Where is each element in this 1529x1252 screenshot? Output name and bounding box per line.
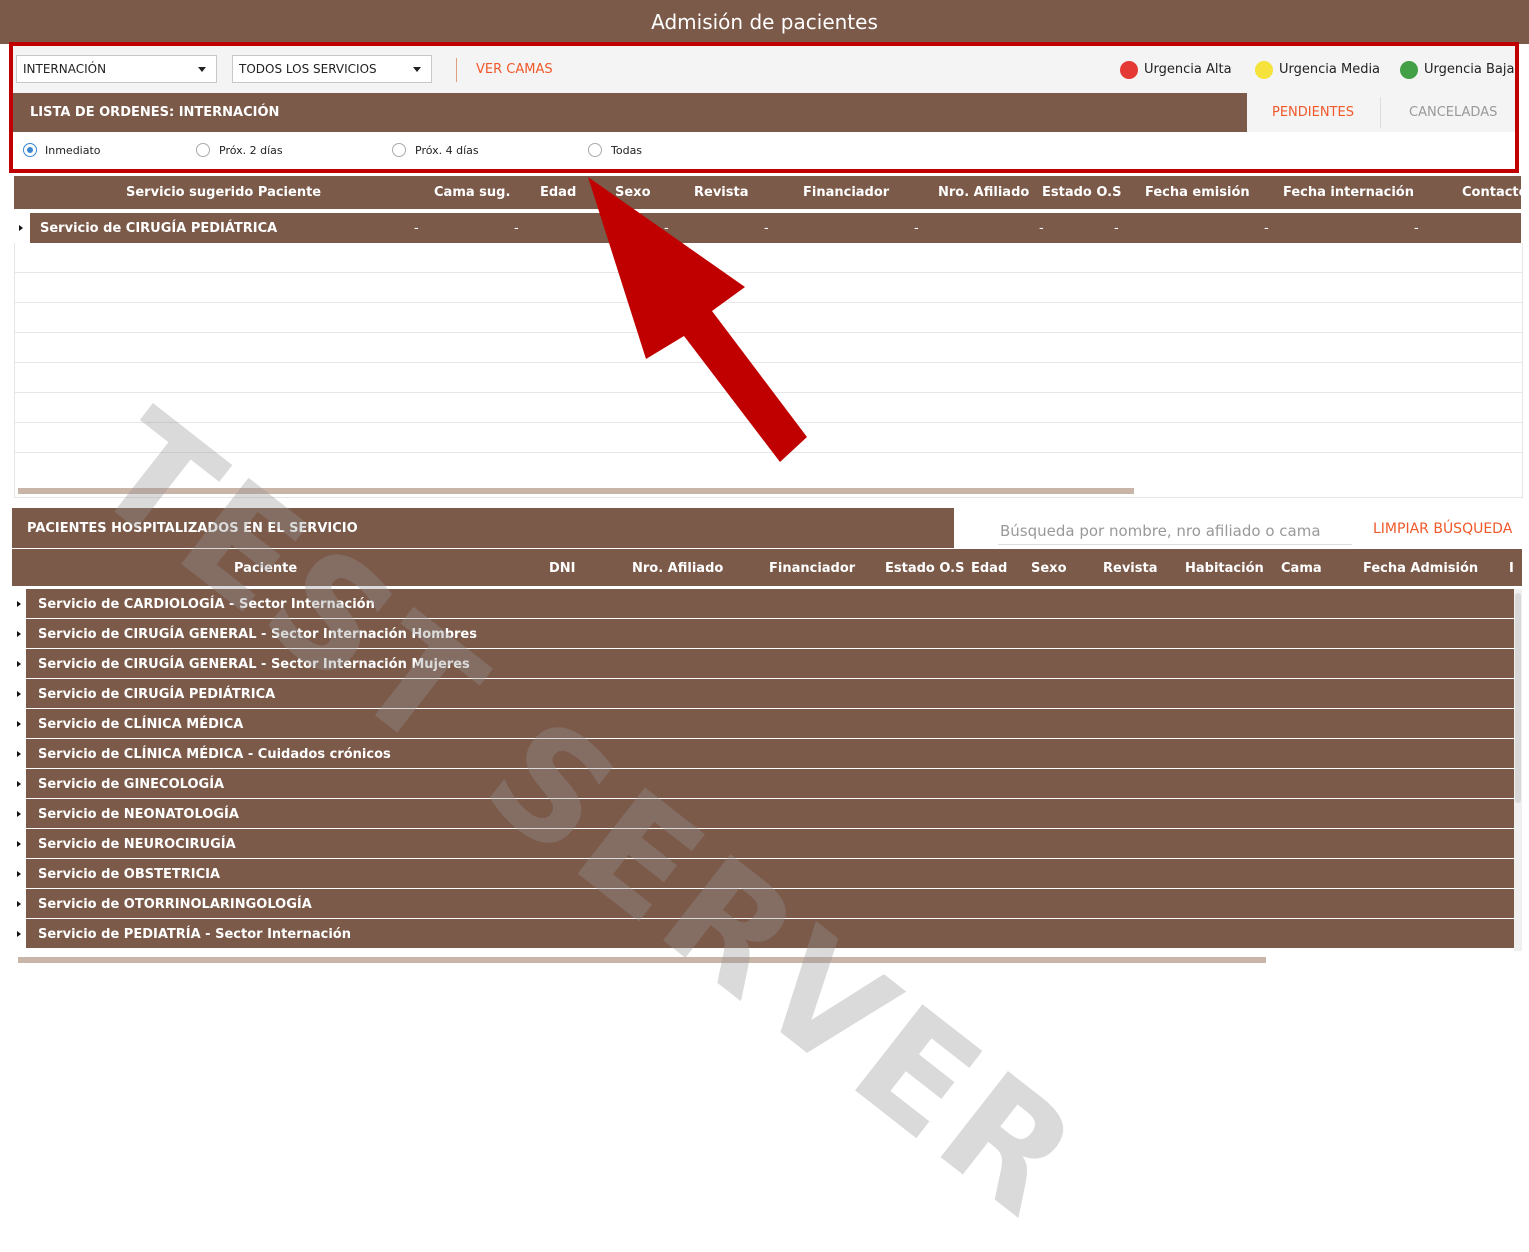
col-nro-afiliado[interactable]: Nro. Afiliado — [632, 561, 723, 576]
clear-search-button[interactable]: LIMPIAR BÚSQUEDA — [1373, 521, 1512, 537]
col-revista[interactable]: Revista — [1103, 561, 1157, 576]
group-label: Servicio de NEUROCIRUGÍA — [38, 837, 236, 852]
group-label: Servicio de GINECOLOGÍA — [38, 777, 225, 792]
col-nro-afiliado[interactable]: Nro. Afiliado — [938, 185, 1029, 200]
group-label: Servicio de CIRUGÍA PEDIÁTRICA — [40, 221, 278, 236]
caret-right-icon — [17, 691, 21, 697]
caret-right-icon — [17, 661, 21, 667]
expand-toggle[interactable] — [14, 213, 28, 243]
col-cama[interactable]: Cama — [1281, 561, 1322, 576]
cell-value: - — [914, 221, 919, 236]
hospitalized-horizontal-scrollbar[interactable] — [18, 957, 1266, 963]
hospitalized-title: PACIENTES HOSPITALIZADOS EN EL SERVICIO — [27, 521, 358, 536]
col-estado-os[interactable]: Estado O.S — [1042, 185, 1121, 200]
cell-value: - — [414, 221, 419, 236]
hospitalized-table-header: Paciente DNI Nro. Afiliado Financiador E… — [12, 549, 1522, 586]
search-area: LIMPIAR BÚSQUEDA — [954, 508, 1522, 548]
caret-right-icon — [17, 841, 21, 847]
col-extra[interactable]: I — [1509, 561, 1514, 576]
col-edad[interactable]: Edad — [540, 185, 576, 200]
cell-value: - — [1414, 221, 1419, 236]
caret-right-icon — [17, 631, 21, 637]
group-label: Servicio de OTORRINOLARINGOLOGÍA — [38, 897, 312, 912]
table-row[interactable]: Servicio de PEDIATRÍA - Sector Internaci… — [12, 919, 1514, 948]
table-row[interactable]: Servicio de NEUROCIRUGÍA — [12, 829, 1514, 858]
col-habitacion[interactable]: Habitación — [1185, 561, 1264, 576]
annotation-arrow-icon — [588, 177, 807, 462]
table-row[interactable]: Servicio de GINECOLOGÍA — [12, 769, 1514, 798]
table-row[interactable]: Servicio de CLÍNICA MÉDICA — [12, 709, 1514, 738]
row-background — [26, 829, 1514, 858]
caret-right-icon — [17, 901, 21, 907]
col-cama-sug[interactable]: Cama sug. — [434, 185, 510, 200]
group-label: Servicio de PEDIATRÍA - Sector Internaci… — [38, 927, 351, 942]
page-title: Admisión de pacientes — [0, 0, 1529, 44]
cell-value: - — [1039, 221, 1044, 236]
col-fecha-internacion[interactable]: Fecha internación — [1283, 185, 1414, 200]
table-row[interactable]: Servicio de CLÍNICA MÉDICA - Cuidados cr… — [12, 739, 1514, 768]
col-fecha-admision[interactable]: Fecha Admisión — [1363, 561, 1478, 576]
row-background — [26, 799, 1514, 828]
table-row[interactable]: Servicio de CIRUGÍA GENERAL - Sector Int… — [12, 619, 1514, 648]
group-label: Servicio de CARDIOLOGÍA - Sector Interna… — [38, 597, 375, 612]
group-label: Servicio de CIRUGÍA GENERAL - Sector Int… — [38, 657, 470, 672]
col-paciente[interactable]: Paciente — [234, 561, 297, 576]
expand-toggle[interactable] — [12, 739, 26, 768]
highlight-box — [9, 42, 1519, 173]
hospitalized-table-body: Servicio de CARDIOLOGÍA - Sector Interna… — [12, 589, 1514, 951]
expand-toggle[interactable] — [12, 649, 26, 678]
orders-horizontal-scrollbar[interactable] — [18, 488, 1134, 494]
table-row[interactable]: Servicio de OBSTETRICIA — [12, 859, 1514, 888]
caret-right-icon — [17, 811, 21, 817]
caret-right-icon — [17, 871, 21, 877]
table-row[interactable]: Servicio de CIRUGÍA GENERAL - Sector Int… — [12, 649, 1514, 678]
scrollbar-thumb[interactable] — [1515, 593, 1521, 803]
group-label: Servicio de CLÍNICA MÉDICA — [38, 717, 244, 732]
table-row[interactable]: Servicio de CARDIOLOGÍA - Sector Interna… — [12, 589, 1514, 618]
caret-right-icon — [19, 225, 23, 231]
caret-right-icon — [17, 751, 21, 757]
expand-toggle[interactable] — [12, 769, 26, 798]
expand-toggle[interactable] — [12, 859, 26, 888]
hospitalized-vertical-scrollbar[interactable] — [1514, 589, 1522, 951]
col-sexo[interactable]: Sexo — [1031, 561, 1067, 576]
group-label: Servicio de CIRUGÍA GENERAL - Sector Int… — [38, 627, 477, 642]
col-fecha-emision[interactable]: Fecha emisión — [1145, 185, 1250, 200]
expand-toggle[interactable] — [12, 919, 26, 948]
table-row[interactable]: Servicio de CIRUGÍA PEDIÁTRICA — [12, 679, 1514, 708]
caret-right-icon — [17, 931, 21, 937]
expand-toggle[interactable] — [12, 679, 26, 708]
expand-toggle[interactable] — [12, 709, 26, 738]
search-input[interactable] — [998, 518, 1352, 545]
group-label: Servicio de OBSTETRICIA — [38, 867, 221, 882]
col-dni[interactable]: DNI — [549, 561, 576, 576]
col-servicio-sugerido[interactable]: Servicio sugerido Paciente — [126, 185, 321, 200]
col-contacto[interactable]: Contacto — [1462, 185, 1521, 200]
cell-value: - — [514, 221, 519, 236]
group-label: Servicio de NEONATOLOGÍA — [38, 807, 239, 822]
group-label: Servicio de CIRUGÍA PEDIÁTRICA — [38, 687, 276, 702]
expand-toggle[interactable] — [12, 829, 26, 858]
caret-right-icon — [17, 721, 21, 727]
caret-right-icon — [17, 601, 21, 607]
table-row[interactable]: Servicio de NEONATOLOGÍA — [12, 799, 1514, 828]
row-background — [26, 769, 1514, 798]
col-estado-os[interactable]: Estado O.S — [885, 561, 964, 576]
expand-toggle[interactable] — [12, 799, 26, 828]
group-label: Servicio de CLÍNICA MÉDICA - Cuidados cr… — [38, 747, 391, 762]
row-background — [26, 859, 1514, 888]
expand-toggle[interactable] — [12, 889, 26, 918]
expand-toggle[interactable] — [12, 589, 26, 618]
table-row[interactable]: Servicio de OTORRINOLARINGOLOGÍA — [12, 889, 1514, 918]
col-financiador[interactable]: Financiador — [769, 561, 855, 576]
col-edad[interactable]: Edad — [971, 561, 1007, 576]
cell-value: - — [1114, 221, 1119, 236]
hospitalized-header: PACIENTES HOSPITALIZADOS EN EL SERVICIO — [12, 508, 954, 548]
expand-toggle[interactable] — [12, 619, 26, 648]
row-background — [26, 709, 1514, 738]
caret-right-icon — [17, 781, 21, 787]
cell-value: - — [1264, 221, 1269, 236]
